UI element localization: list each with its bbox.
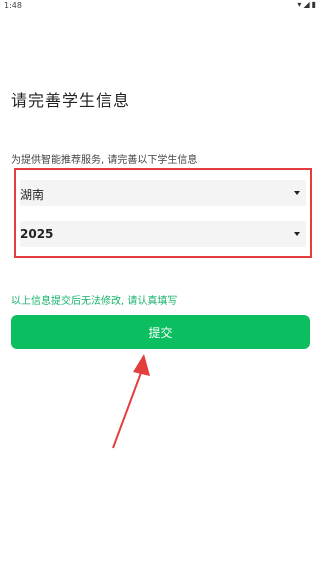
status-time: 1:48 [4,1,22,10]
page-title: 请完善学生信息 [11,91,131,110]
submit-button[interactable]: 提交 [11,315,310,349]
annotation-arrow-head [133,354,150,376]
wifi-icon: ▾ [297,0,302,9]
annotation-highlight-box [14,168,312,258]
annotation-arrow [112,354,150,449]
notice-text: 以上信息提交后无法修改, 请认真填写 [11,296,178,307]
annotation-arrow-shaft [112,369,143,449]
battery-icon: ▮ [311,0,316,9]
page-subtitle: 为提供智能推荐服务, 请完善以下学生信息 [11,155,198,166]
submit-button-label: 提交 [148,325,173,340]
signal-icon: ◢ [303,0,310,9]
status-icons: ▾ ◢ ▮ [297,0,316,10]
status-bar: 1:48 ▾ ◢ ▮ [0,0,320,12]
